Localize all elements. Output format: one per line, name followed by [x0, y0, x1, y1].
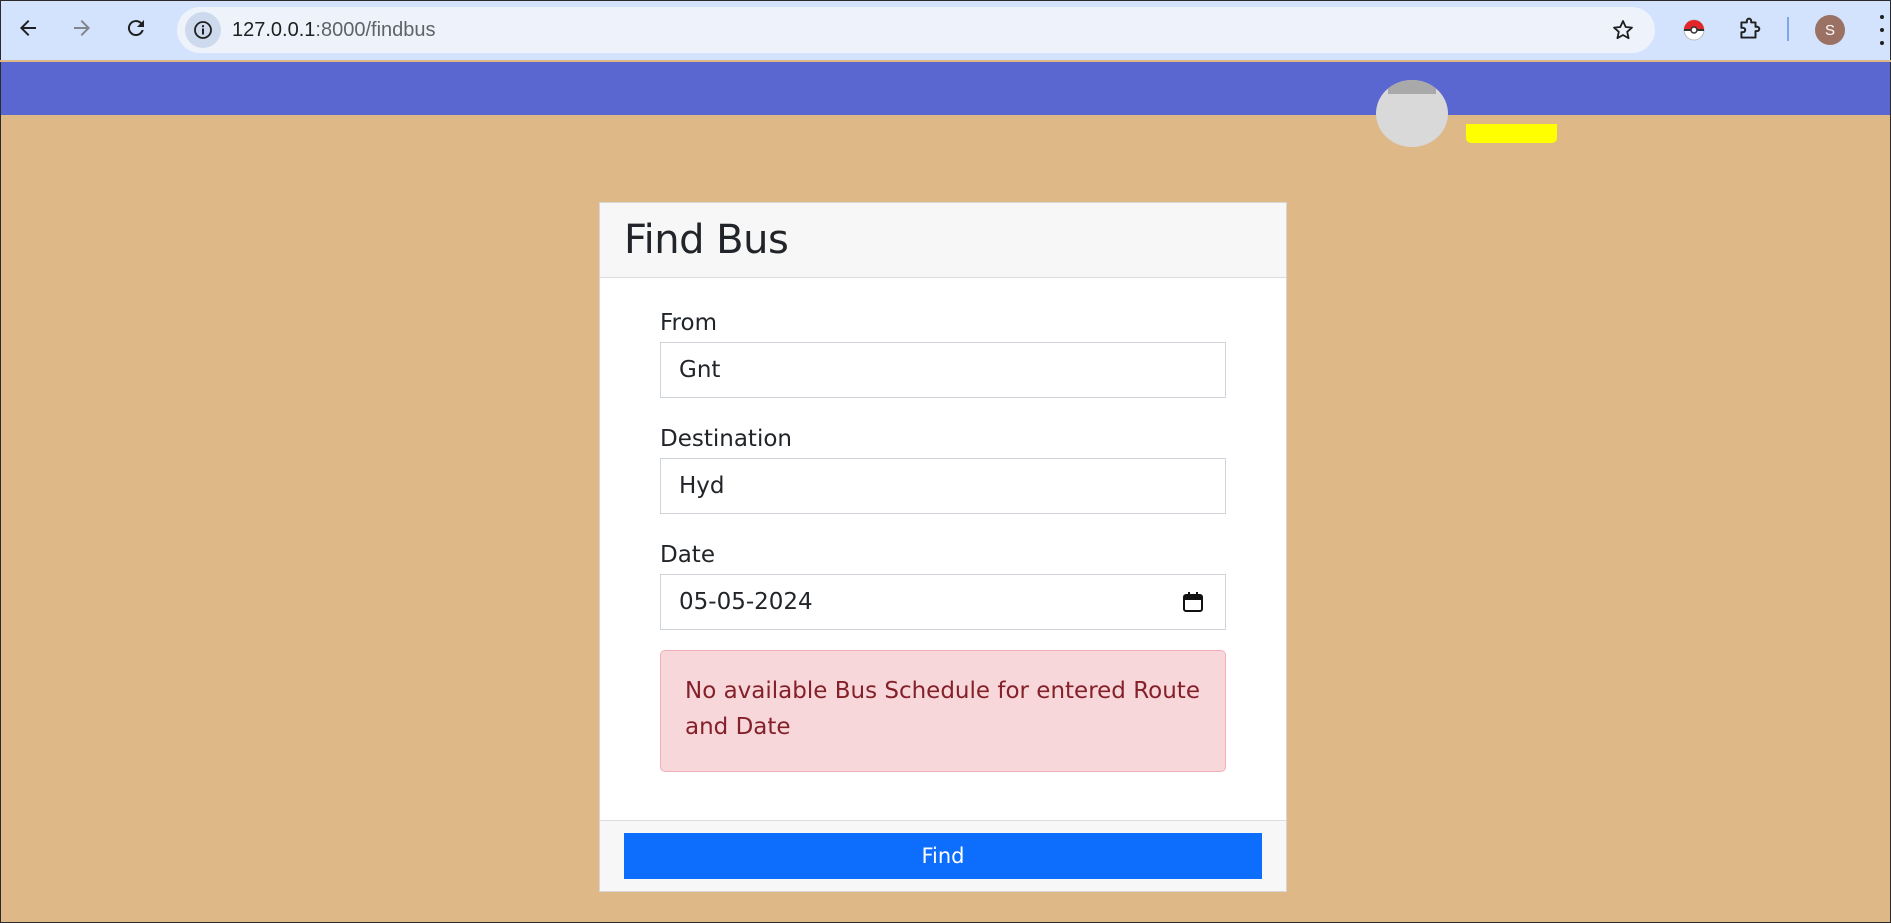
date-group: Date 05-05-2024 — [660, 540, 1226, 630]
site-info-icon — [194, 21, 212, 39]
page-title: Find Bus — [624, 217, 789, 263]
extensions-puzzle-icon — [1740, 17, 1761, 39]
site-info-button[interactable] — [185, 12, 221, 48]
find-bus-form: From Gnt Destination Hyd Date 05-05-2024… — [660, 308, 1226, 772]
pokeball-extension-button[interactable] — [1677, 13, 1711, 47]
destination-input[interactable]: Hyd — [660, 458, 1226, 514]
reload-button[interactable] — [119, 11, 153, 45]
card-header: Find Bus — [600, 203, 1286, 278]
address-bar[interactable]: 127.0.0.1:8000/findbus — [177, 7, 1655, 53]
browser-toolbar: 127.0.0.1:8000/findbus S — [0, 0, 1891, 60]
card-footer: Find — [600, 820, 1286, 891]
destination-label: Destination — [660, 426, 792, 452]
calendar-icon[interactable] — [1181, 590, 1205, 614]
bookmark-star-icon — [1613, 20, 1633, 40]
from-label: From — [660, 310, 717, 336]
from-group: From Gnt — [660, 308, 1226, 398]
find-bus-card: Find Bus From Gnt Destination Hyd Date 0… — [599, 202, 1287, 892]
extensions-button[interactable] — [1732, 13, 1766, 47]
url-path: :8000/findbus — [315, 19, 436, 41]
pokeball-extension-icon — [1683, 19, 1705, 41]
date-value: 05-05-2024 — [679, 589, 813, 615]
more-menu-icon[interactable] — [1877, 15, 1887, 45]
forward-button[interactable] — [65, 11, 99, 45]
reload-icon — [127, 20, 144, 37]
toolbar-divider — [1787, 17, 1789, 41]
find-button[interactable]: Find — [624, 833, 1262, 879]
url-host: 127.0.0.1 — [232, 19, 316, 41]
date-label: Date — [660, 542, 715, 568]
from-input[interactable]: Gnt — [660, 342, 1226, 398]
url-text: 127.0.0.1:8000/findbus — [232, 19, 436, 42]
back-arrow-icon — [20, 20, 36, 36]
date-input[interactable]: 05-05-2024 — [660, 574, 1226, 630]
profile-avatar[interactable]: S — [1815, 15, 1845, 45]
back-button[interactable] — [11, 11, 45, 45]
destination-group: Destination Hyd — [660, 424, 1226, 514]
no-schedule-alert: No available Bus Schedule for entered Ro… — [660, 650, 1226, 772]
forward-arrow-icon — [74, 20, 90, 36]
site-navbar — [0, 62, 1891, 147]
bookmark-button[interactable] — [1609, 16, 1637, 44]
